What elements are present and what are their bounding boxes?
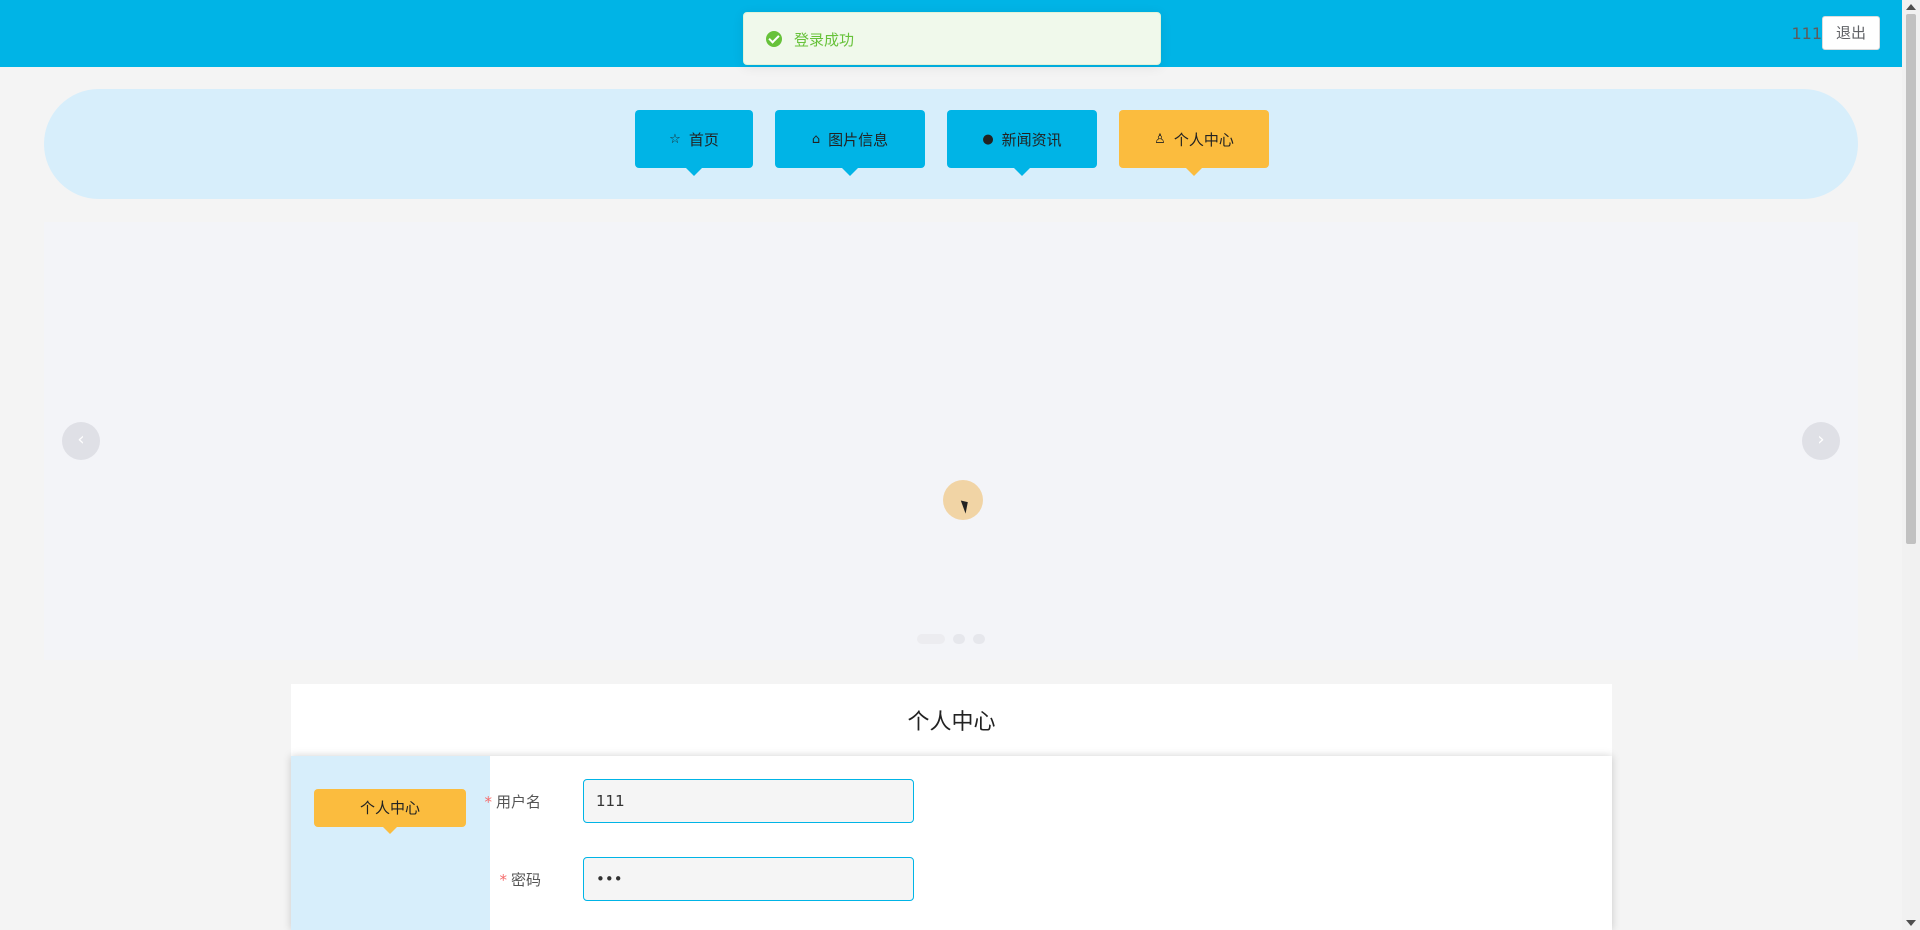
username-input[interactable]: 111 <box>583 779 914 823</box>
banner-carousel[interactable]: ‹ › <box>44 222 1858 660</box>
section-title-box: 个人中心 <box>291 684 1612 756</box>
nav-item-images[interactable]: ⌂ 图片信息 <box>775 110 925 176</box>
carousel-indicators <box>917 634 985 644</box>
logout-button[interactable]: 退出 <box>1822 16 1880 50</box>
star-icon: ☆ <box>669 131 681 147</box>
nav-item-profile[interactable]: ♙ 个人中心 <box>1119 110 1269 176</box>
scroll-thumb[interactable] <box>1906 14 1916 544</box>
nav-item-label: 新闻资讯 <box>1001 130 1062 149</box>
info-circle-icon: ● <box>982 131 994 147</box>
carousel-indicator[interactable] <box>917 634 945 644</box>
carousel-indicator[interactable] <box>973 634 985 644</box>
password-input[interactable]: ••• <box>583 857 914 901</box>
check-circle-icon <box>766 31 782 47</box>
nav-item-home[interactable]: ☆ 首页 <box>635 110 753 176</box>
scroll-down-icon[interactable] <box>1906 920 1916 926</box>
scroll-up-icon[interactable] <box>1906 4 1916 10</box>
user-icon: ♙ <box>1154 131 1166 147</box>
nav-item-news[interactable]: ● 新闻资讯 <box>947 110 1097 176</box>
main-nav: ☆ 首页 ⌂ 图片信息 ● 新闻资讯 ♙ 个人中心 <box>44 89 1858 199</box>
password-label: * 密码 <box>499 871 541 889</box>
nav-item-label: 图片信息 <box>828 130 889 149</box>
current-username: 111 <box>1791 24 1822 43</box>
chevron-right-icon[interactable]: › <box>1802 422 1840 460</box>
carousel-indicator[interactable] <box>953 634 965 644</box>
page-title: 个人中心 <box>907 710 996 735</box>
page-scrollbar[interactable] <box>1902 0 1920 930</box>
toast-message: 登录成功 <box>794 31 855 49</box>
nav-item-label: 首页 <box>688 130 719 149</box>
username-label: * 用户名 <box>484 793 541 811</box>
profile-panel: 个人中心 * 用户名 111 * 密码 ••• <box>291 756 1612 930</box>
nav-item-label: 个人中心 <box>1173 130 1234 149</box>
chevron-left-icon[interactable]: ‹ <box>62 422 100 460</box>
bag-icon: ⌂ <box>811 131 821 147</box>
side-menu: 个人中心 <box>291 756 490 930</box>
login-success-toast: 登录成功 <box>743 12 1161 65</box>
